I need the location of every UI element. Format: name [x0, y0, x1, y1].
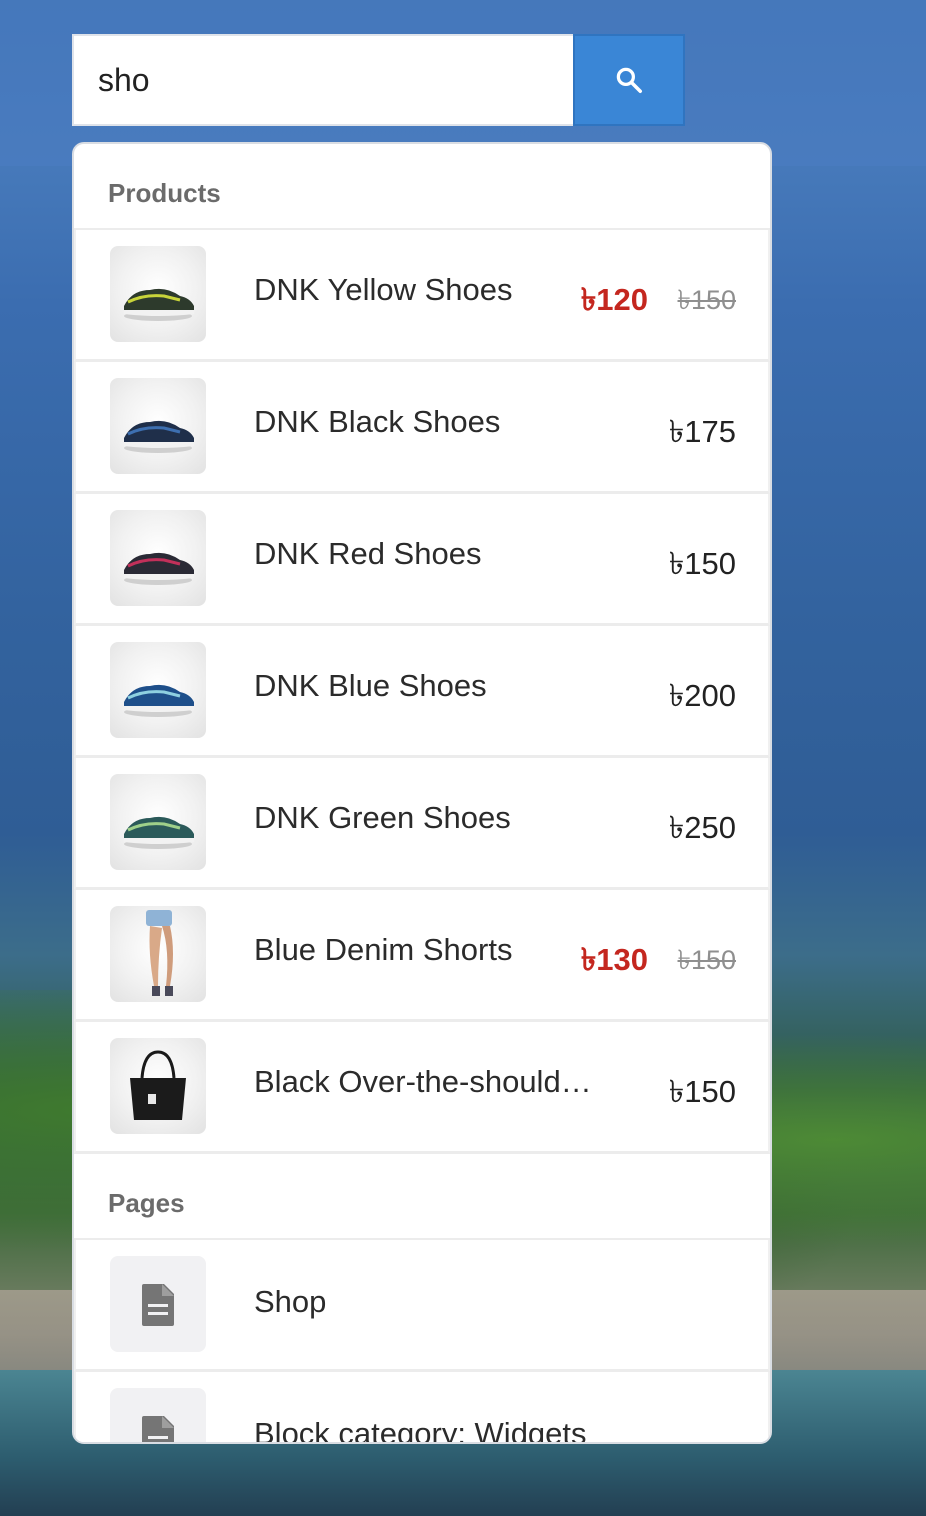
product-sale-price: ৳120 — [580, 282, 648, 317]
search-bar — [72, 34, 685, 126]
product-price: ৳175 — [668, 414, 736, 449]
document-icon — [142, 1416, 174, 1442]
product-price: ৳200 — [668, 678, 736, 713]
product-result-row[interactable]: DNK Yellow Shoes ৳120 ৳150 — [74, 230, 770, 362]
handbag-image — [130, 1050, 186, 1120]
product-price: ৳150 — [668, 1074, 736, 1109]
document-icon — [142, 1284, 174, 1326]
product-price: ৳250 — [668, 810, 736, 845]
product-sale-price: ৳130 — [580, 942, 648, 977]
page-thumbnail — [110, 1256, 206, 1352]
product-title: DNK Yellow Shoes — [254, 272, 513, 307]
product-result-row[interactable]: DNK Black Shoes ৳175 — [74, 362, 770, 494]
product-thumbnail — [110, 1038, 206, 1134]
shoe-image — [124, 288, 194, 321]
product-title: Blue Denim Shorts — [254, 932, 513, 967]
product-title: DNK Black Shoes — [254, 404, 501, 439]
product-result-row[interactable]: Blue Denim Shorts ৳130 ৳150 — [74, 890, 770, 1022]
search-input[interactable] — [72, 34, 573, 126]
shoe-image — [124, 816, 194, 849]
product-result-row[interactable]: DNK Red Shoes ৳150 — [74, 494, 770, 626]
page-title: Block category: Widgets — [254, 1416, 587, 1444]
product-thumbnail — [110, 510, 206, 606]
product-regular-price: ৳150 — [677, 285, 737, 315]
page-thumbnail — [110, 1388, 206, 1442]
product-thumbnail — [110, 906, 206, 1002]
product-result-row[interactable]: DNK Blue Shoes ৳200 — [74, 626, 770, 758]
page-result-row[interactable]: Block category: Widgets — [74, 1372, 770, 1444]
product-thumbnail — [110, 642, 206, 738]
shoe-image — [124, 420, 194, 453]
product-title: DNK Red Shoes — [254, 536, 482, 571]
search-icon — [616, 67, 642, 93]
product-price: ৳150 — [668, 546, 736, 581]
product-result-row[interactable]: Black Over-the-should… ৳150 — [74, 1022, 770, 1154]
page-result-row[interactable]: Shop — [74, 1240, 770, 1372]
search-results-dropdown: Products DNK Yellow Shoes ৳120 ৳150 DNK … — [72, 142, 772, 1444]
page-title: Shop — [254, 1284, 327, 1319]
search-button[interactable] — [573, 34, 685, 126]
product-result-row[interactable]: DNK Green Shoes ৳250 — [74, 758, 770, 890]
shorts-image — [146, 910, 173, 996]
product-title: DNK Blue Shoes — [254, 668, 487, 703]
product-title: DNK Green Shoes — [254, 800, 511, 835]
product-thumbnail — [110, 246, 206, 342]
shoe-image — [124, 552, 194, 585]
pages-section-header: Pages — [74, 1154, 770, 1240]
shoe-image — [124, 684, 194, 717]
product-thumbnail — [110, 378, 206, 474]
product-title: Black Over-the-should… — [254, 1064, 592, 1099]
product-regular-price: ৳150 — [677, 945, 737, 975]
product-thumbnail — [110, 774, 206, 870]
products-section-header: Products — [74, 144, 770, 230]
